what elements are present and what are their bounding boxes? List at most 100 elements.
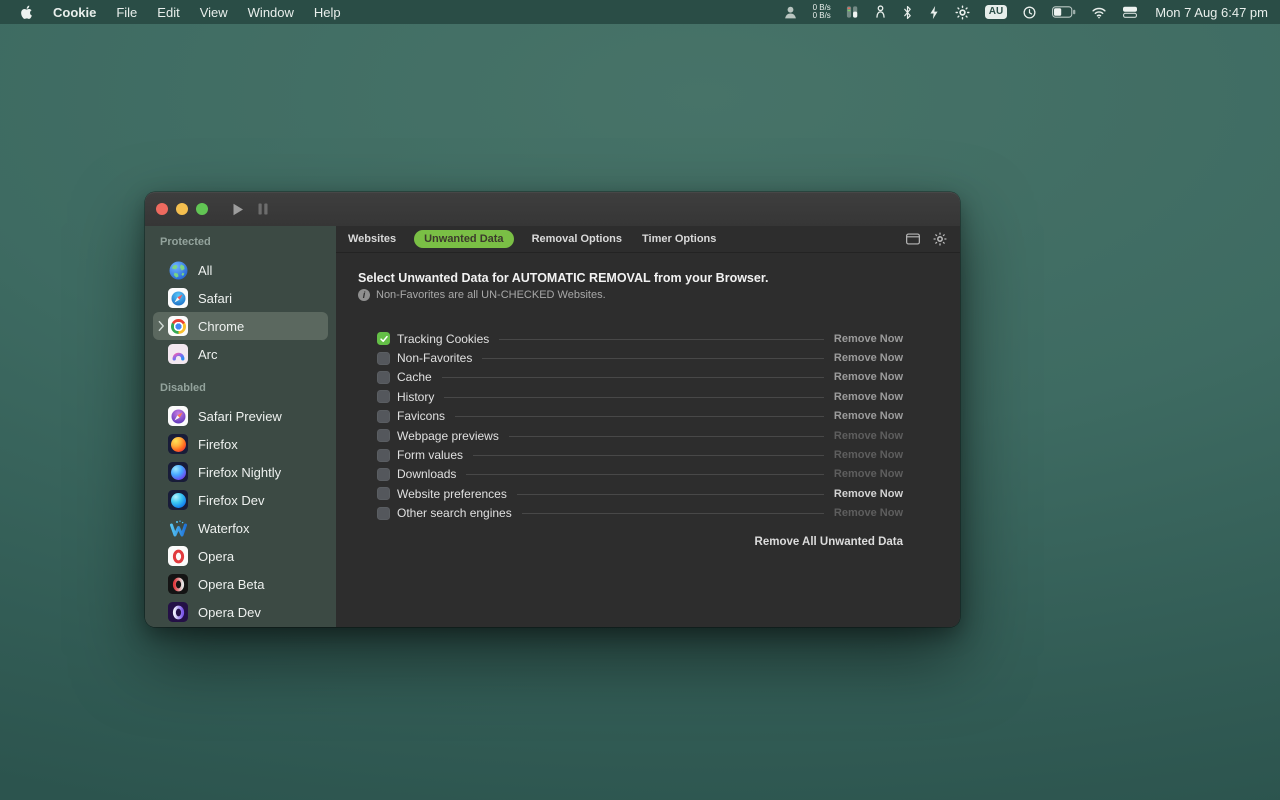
sidebar-item-all[interactable]: All xyxy=(153,256,328,284)
network-speed[interactable]: 0 B/s 0 B/s xyxy=(813,4,831,21)
unwanted-data-panel: Select Unwanted Data for AUTOMATIC REMOV… xyxy=(336,253,960,627)
section-title-protected: Protected xyxy=(153,236,328,252)
leader-line xyxy=(499,339,824,340)
sidebar-item-arc[interactable]: Arc xyxy=(153,340,328,368)
leader-line xyxy=(455,416,824,417)
system-monitor-icon[interactable] xyxy=(846,4,859,20)
remove-now-button[interactable]: Remove Now xyxy=(834,488,903,500)
remove-now-button[interactable]: Remove Now xyxy=(834,410,903,422)
remove-now-button[interactable]: Remove Now xyxy=(834,333,903,345)
sidebar-item-label: Opera xyxy=(198,549,234,564)
main-content: Websites Unwanted Data Removal Options T… xyxy=(336,226,960,627)
sidebar-item-opera[interactable]: Opera xyxy=(153,542,328,570)
row-label: Non-Favorites xyxy=(397,351,472,365)
row-label: Website preferences xyxy=(397,487,507,501)
leader-line xyxy=(442,377,824,378)
remove-now-button[interactable]: Remove Now xyxy=(834,352,903,364)
chevron-right-icon xyxy=(158,321,165,332)
menu-app-name[interactable]: Cookie xyxy=(43,5,106,20)
leader-line xyxy=(466,474,824,475)
checkbox-history[interactable] xyxy=(377,390,390,403)
traffic-lights xyxy=(156,203,208,215)
leader-line xyxy=(444,397,824,398)
apple-logo-icon[interactable] xyxy=(20,5,33,20)
menu-help[interactable]: Help xyxy=(304,5,351,20)
opera-beta-icon xyxy=(168,574,188,594)
lightning-icon[interactable] xyxy=(928,5,940,20)
sidebar-item-firefox[interactable]: Firefox xyxy=(153,430,328,458)
checkbox-webpage-previews[interactable] xyxy=(377,429,390,442)
remove-now-button: Remove Now xyxy=(834,507,903,519)
leader-line xyxy=(517,494,824,495)
zoom-button[interactable] xyxy=(196,203,208,215)
sidebar-item-label: Firefox xyxy=(198,437,238,452)
menu-clock[interactable]: Mon 7 Aug 6:47 pm xyxy=(1155,5,1268,20)
play-button[interactable] xyxy=(232,203,244,216)
remove-now-button[interactable]: Remove Now xyxy=(834,371,903,383)
sidebar-item-label: Firefox Nightly xyxy=(198,465,281,480)
tab-removal-options[interactable]: Removal Options xyxy=(530,230,624,248)
tab-timer-options[interactable]: Timer Options xyxy=(640,230,718,248)
displays-icon[interactable] xyxy=(1122,6,1138,19)
menu-view[interactable]: View xyxy=(190,5,238,20)
arc-icon xyxy=(168,344,188,364)
checkbox-cache[interactable] xyxy=(377,371,390,384)
checkbox-other-search-engines[interactable] xyxy=(377,507,390,520)
minimize-button[interactable] xyxy=(176,203,188,215)
checkbox-form-values[interactable] xyxy=(377,449,390,462)
row-label: History xyxy=(397,390,434,404)
browser-sidebar: Protected All xyxy=(145,226,336,627)
tab-unwanted-data[interactable]: Unwanted Data xyxy=(414,230,513,248)
opera-icon xyxy=(168,546,188,566)
data-row-website-preferences: Website preferences Remove Now xyxy=(377,484,903,503)
checkbox-tracking-cookies[interactable] xyxy=(377,332,390,345)
menu-window[interactable]: Window xyxy=(238,5,304,20)
checkbox-downloads[interactable] xyxy=(377,468,390,481)
sidebar-item-chrome[interactable]: Chrome xyxy=(153,312,328,340)
sidebar-item-waterfox[interactable]: Waterfox xyxy=(153,514,328,542)
menu-edit[interactable]: Edit xyxy=(147,5,189,20)
monkey-icon[interactable] xyxy=(874,4,887,20)
checkbox-favicons[interactable] xyxy=(377,410,390,423)
remove-now-button: Remove Now xyxy=(834,468,903,480)
remove-now-button: Remove Now xyxy=(834,449,903,461)
sidebar-item-firefox-dev[interactable]: Firefox Dev xyxy=(153,486,328,514)
settings-gear-icon[interactable] xyxy=(933,232,947,246)
leader-line xyxy=(482,358,824,359)
data-row-history: History Remove Now xyxy=(377,387,903,406)
remove-now-button[interactable]: Remove Now xyxy=(834,391,903,403)
firefox-icon xyxy=(168,434,188,454)
tab-bar: Websites Unwanted Data Removal Options T… xyxy=(336,226,960,253)
sidebar-item-opera-beta[interactable]: Opera Beta xyxy=(153,570,328,598)
input-source-badge[interactable]: AU xyxy=(985,5,1007,19)
unwanted-data-list: Tracking Cookies Remove Now Non-Favorite… xyxy=(377,329,903,550)
remove-all-unwanted-data-button[interactable]: Remove All Unwanted Data xyxy=(755,536,903,548)
window-title-bar[interactable] xyxy=(145,192,960,226)
gear-menubar-icon[interactable] xyxy=(955,5,970,20)
sidebar-item-safari[interactable]: Safari xyxy=(153,284,328,312)
sidebar-item-opera-dev[interactable]: Opera Dev xyxy=(153,598,328,626)
checkbox-website-preferences[interactable] xyxy=(377,487,390,500)
wifi-icon[interactable] xyxy=(1091,6,1107,19)
pause-button[interactable] xyxy=(258,203,268,215)
sidebar-item-safari-preview[interactable]: Safari Preview xyxy=(153,402,328,430)
bluetooth-icon[interactable] xyxy=(902,5,913,20)
data-row-downloads: Downloads Remove Now xyxy=(377,465,903,484)
close-button[interactable] xyxy=(156,203,168,215)
window-panel-icon[interactable] xyxy=(906,233,920,245)
battery-icon[interactable] xyxy=(1052,6,1076,18)
sidebar-item-firefox-nightly[interactable]: Firefox Nightly xyxy=(153,458,328,486)
menu-file[interactable]: File xyxy=(106,5,147,20)
data-row-non-favorites: Non-Favorites Remove Now xyxy=(377,348,903,367)
user-icon[interactable] xyxy=(783,5,798,20)
sidebar-item-label: Waterfox xyxy=(198,521,250,536)
chrome-icon xyxy=(168,316,188,336)
globe-icon xyxy=(168,260,188,280)
tab-websites[interactable]: Websites xyxy=(346,230,398,248)
sidebar-item-label: Firefox Dev xyxy=(198,493,264,508)
opera-dev-icon xyxy=(168,602,188,622)
row-label: Form values xyxy=(397,448,463,462)
time-machine-icon[interactable] xyxy=(1022,5,1037,20)
checkbox-non-favorites[interactable] xyxy=(377,352,390,365)
safari-icon xyxy=(168,288,188,308)
